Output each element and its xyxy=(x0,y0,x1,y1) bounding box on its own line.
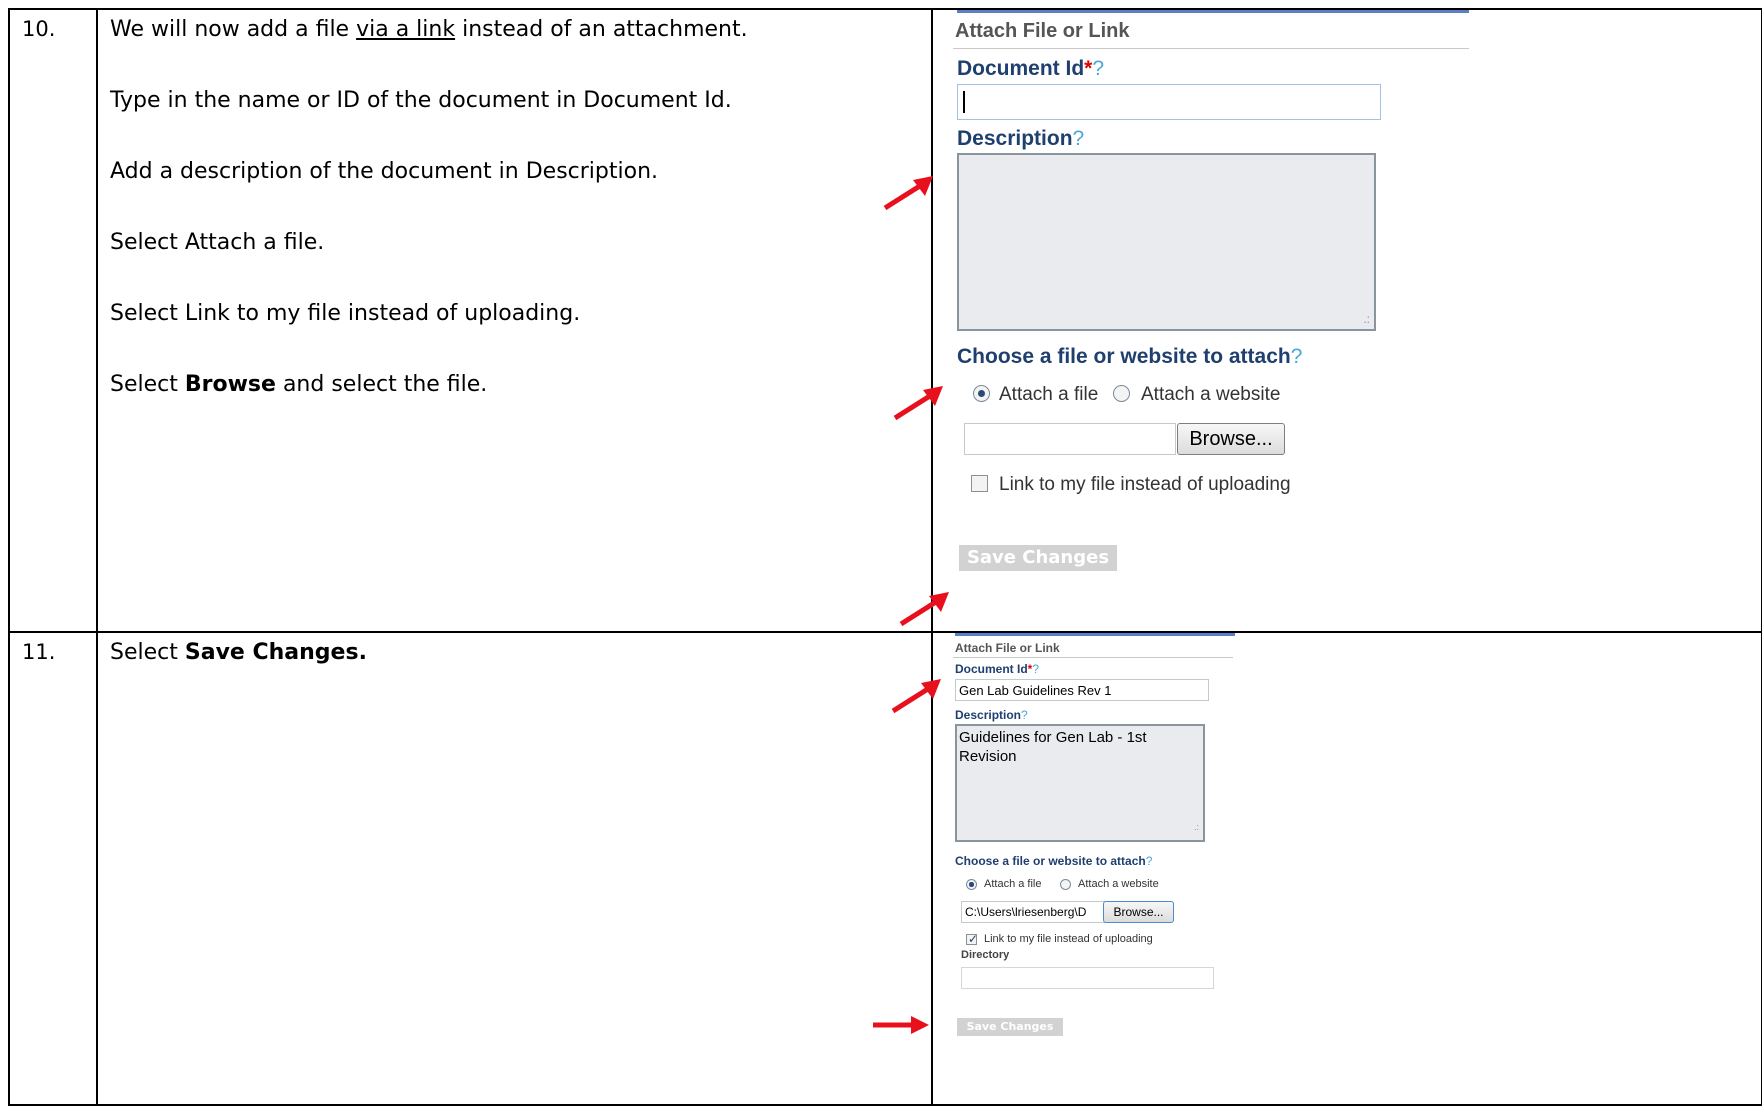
instruction-line: Add a description of the document in Des… xyxy=(110,159,659,184)
document-id-input[interactable] xyxy=(957,84,1381,120)
link-file-label: Link to my file instead of uploading xyxy=(999,474,1291,495)
help-icon[interactable]: ? xyxy=(1073,127,1085,150)
attach-website-radio[interactable] xyxy=(1060,879,1071,890)
instruction-line: Select Browse and select the file. xyxy=(110,372,488,397)
attach-form-empty: Attach File or Link Document Id*? Descri… xyxy=(953,10,1469,631)
description-textarea[interactable]: .: xyxy=(957,153,1376,331)
browse-button[interactable]: Browse... xyxy=(1177,423,1285,455)
step-screenshot-cell: Attach File or Link Document Id*? Descri… xyxy=(883,8,1762,633)
link-file-checkbox[interactable] xyxy=(971,475,988,492)
help-icon[interactable]: ? xyxy=(1032,662,1039,676)
help-icon[interactable]: ? xyxy=(1092,57,1104,80)
description-label: Description? xyxy=(957,127,1085,150)
resize-grip-icon[interactable]: .: xyxy=(1363,312,1370,326)
form-header: Attach File or Link xyxy=(955,641,1060,655)
form-header: Attach File or Link xyxy=(955,20,1130,42)
attach-website-radio[interactable] xyxy=(1113,385,1130,402)
step-row-10: 10. We will now add a file via a link in… xyxy=(8,8,1762,633)
file-path-input[interactable]: C:\Users\lriesenberg\D xyxy=(961,901,1105,923)
choose-file-label: Choose a file or website to attach? xyxy=(955,854,1153,868)
help-icon[interactable]: ? xyxy=(1021,708,1028,722)
instruction-line: We will now add a file via a link instea… xyxy=(110,17,748,42)
step-number: 10. xyxy=(8,8,98,633)
step-instructions: We will now add a file via a link instea… xyxy=(96,8,933,633)
attach-website-label: Attach a website xyxy=(1141,384,1281,405)
step-number: 11. xyxy=(8,631,98,1106)
document-id-label: Document Id*? xyxy=(957,57,1105,80)
description-textarea[interactable]: Guidelines for Gen Lab - 1st Revision.: xyxy=(955,724,1205,842)
step-screenshot-cell: Attach File or Link Document Id*? Gen La… xyxy=(873,631,1762,1106)
red-arrow-icon xyxy=(899,592,949,627)
attach-file-radio[interactable] xyxy=(966,879,977,890)
resize-grip-icon[interactable]: .: xyxy=(1194,818,1199,837)
red-arrow-icon xyxy=(891,679,941,714)
attach-form-filled: Attach File or Link Document Id*? Gen La… xyxy=(953,633,1269,1104)
red-arrow-icon xyxy=(873,1016,929,1034)
red-arrow-icon xyxy=(883,176,933,211)
link-file-label: Link to my file instead of uploading xyxy=(984,933,1153,945)
save-changes-button[interactable]: Save Changes xyxy=(959,545,1117,571)
attach-file-label: Attach a file xyxy=(999,384,1099,405)
instruction-line: Select Attach a file. xyxy=(110,230,325,255)
help-icon[interactable]: ? xyxy=(1291,345,1303,368)
red-arrow-icon xyxy=(893,386,943,421)
instruction-line: Type in the name or ID of the document i… xyxy=(110,88,732,113)
emphasis-link-text: via a link xyxy=(356,17,456,42)
attach-website-label: Attach a website xyxy=(1078,878,1159,890)
step-row-11: 11. Select Save Changes. Attach File or … xyxy=(8,631,1762,1106)
instruction-table: 10. We will now add a file via a link in… xyxy=(8,8,1762,1106)
link-file-checkbox[interactable] xyxy=(966,932,978,946)
directory-label: Directory xyxy=(961,949,1010,961)
step-instructions: Select Save Changes. xyxy=(96,631,933,1106)
file-path-input[interactable] xyxy=(964,423,1176,455)
browse-button[interactable]: Browse... xyxy=(1103,901,1174,923)
document-id-label: Document Id*? xyxy=(955,662,1040,676)
help-icon[interactable]: ? xyxy=(1146,854,1153,868)
instruction-line: Select Link to my file instead of upload… xyxy=(110,301,581,326)
attach-file-radio[interactable] xyxy=(973,385,990,402)
description-label: Description? xyxy=(955,708,1028,722)
instruction-line: Select Save Changes. xyxy=(110,640,367,665)
attach-file-label: Attach a file xyxy=(984,878,1042,890)
document-id-input[interactable]: Gen Lab Guidelines Rev 1 xyxy=(955,679,1209,701)
save-changes-button[interactable]: Save Changes xyxy=(957,1018,1063,1036)
directory-input[interactable] xyxy=(961,967,1214,989)
choose-file-label: Choose a file or website to attach? xyxy=(957,345,1303,368)
